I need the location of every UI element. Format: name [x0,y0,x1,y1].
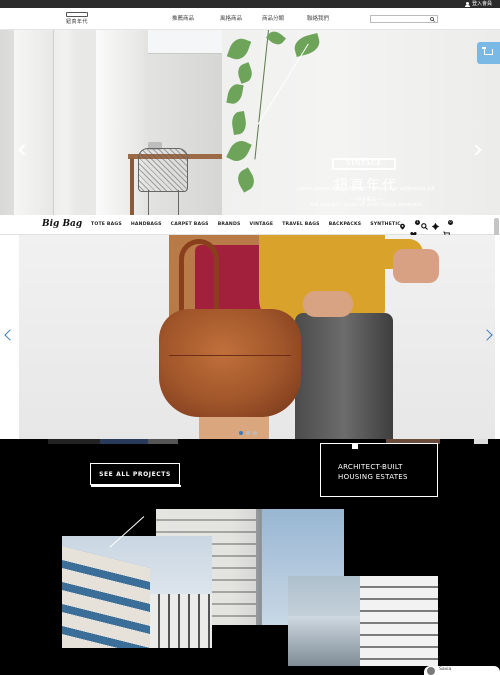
architect-title-line1: ARCHITECT-BUILT [338,463,403,471]
image-strip [48,439,100,444]
chat-agent-name: Savia [439,667,452,672]
building-photo-blue [62,536,212,648]
image-strip [148,439,178,444]
grey-trousers [295,313,393,439]
location-pin-icon[interactable] [399,223,406,230]
user-icon [464,1,470,7]
brand-badge: VINTAGE [332,158,396,170]
gear-icon[interactable] [432,222,439,230]
chair-leg [148,190,149,218]
top-bar: 登入會員 [0,0,500,8]
hero-photo-interior [0,30,222,218]
projects-section: SEE ALL PROJECTS ARCHITECT-BUILT HOUSING… [0,439,500,675]
logo-text: 鈕真年代 [66,19,89,25]
nav-item-brands[interactable]: BRANDS [218,215,241,235]
wire-chair [138,148,188,192]
main-nav: 推薦商品 風格商品 商品分類 聯絡我們 [172,8,347,30]
wishlist-count-badge: 1 [415,219,420,225]
architect-card[interactable]: ARCHITECT-BUILT HOUSING ESTATES [320,443,438,497]
chat-widget[interactable]: Savia [424,666,500,675]
nav-item-vintage[interactable]: VINTAGE [249,215,273,235]
hero-slider-bags [0,235,500,439]
nav-item-backpacks[interactable]: BACKPACKS [329,215,362,235]
clouds [288,616,360,666]
nav-item-contact[interactable]: 聯絡我們 [307,8,347,30]
avatar [427,667,435,675]
site-logo[interactable]: 鈕真年代 [66,12,88,26]
balcony-facade [360,576,438,666]
bag-handle [179,239,219,319]
nav-item-categories[interactable]: 商品分類 [262,8,302,30]
hero-slider-vintage: VINTAGE 鈕真年代 — 中古軍品 — Lorem ipsum dolor … [0,30,500,218]
cart-icon [482,47,493,55]
white-block [150,594,212,648]
floating-cart-button[interactable] [477,42,500,64]
brand-title: 鈕真年代 [334,178,398,194]
bigbag-nav: TOTE BAGS HANDBAGS CARPET BAGS BRANDS VI… [91,215,410,235]
bag-seam [169,355,291,356]
man-hand [393,249,439,283]
nav-item-synthetic[interactable]: SYNTHETIC [370,215,401,235]
bigbag-logo[interactable]: Big Bag [42,219,82,229]
nav-item-recommended[interactable]: 推薦商品 [172,8,212,30]
building-photo-balconies [288,576,438,666]
image-strip [100,439,148,444]
leather-handbag [159,309,301,417]
window [148,30,222,54]
nav-item-style[interactable]: 風格商品 [220,8,260,30]
search-box [370,15,438,33]
slider-dot-active[interactable] [239,431,243,435]
cart-button[interactable]: 0 [443,219,453,237]
nav-item-handbags[interactable]: HANDBAGS [131,215,162,235]
slider-prev-icon[interactable] [4,329,16,341]
image-strip [474,439,488,444]
man-arm [303,291,353,317]
blue-window-facade [62,546,150,648]
search-icon[interactable] [421,222,428,230]
site-header: 鈕真年代 推薦商品 風格商品 商品分類 聯絡我們 [0,8,500,33]
door [14,30,54,218]
nav-item-carpet-bags[interactable]: CARPET BAGS [171,215,209,235]
bigbag-header: Big Bag TOTE BAGS HANDBAGS CARPET BAGS B… [0,215,500,237]
hero-photo-couple [19,235,495,439]
header-icons: 1 0 [399,219,453,237]
nav-item-tote-bags[interactable]: TOTE BAGS [91,215,122,235]
hero-text-line2: sed aliquam, purus sit amet luctus venen… [309,202,423,208]
chair-leg [178,190,179,218]
nav-item-travel-bags[interactable]: TRAVEL BAGS [282,215,319,235]
slider-dot[interactable] [246,431,250,435]
search-icon[interactable] [430,17,435,22]
see-all-projects-button[interactable]: SEE ALL PROJECTS [90,463,181,487]
logo-plate [66,12,88,17]
login-label: 登入會員 [471,1,492,7]
architect-title-line2: HOUSING ESTATES [338,473,408,481]
login-link[interactable]: 登入會員 [464,0,492,8]
slider-dot[interactable] [253,431,257,435]
slider-dots [239,431,257,435]
cart-count-badge: 0 [448,219,453,225]
hero-text-line1: Lorem ipsum dolor sit amet, consectetur … [297,186,435,192]
wishlist-button[interactable]: 1 [410,219,420,237]
architect-title: ARCHITECT-BUILT HOUSING ESTATES [338,462,408,482]
card-marker [352,443,358,449]
